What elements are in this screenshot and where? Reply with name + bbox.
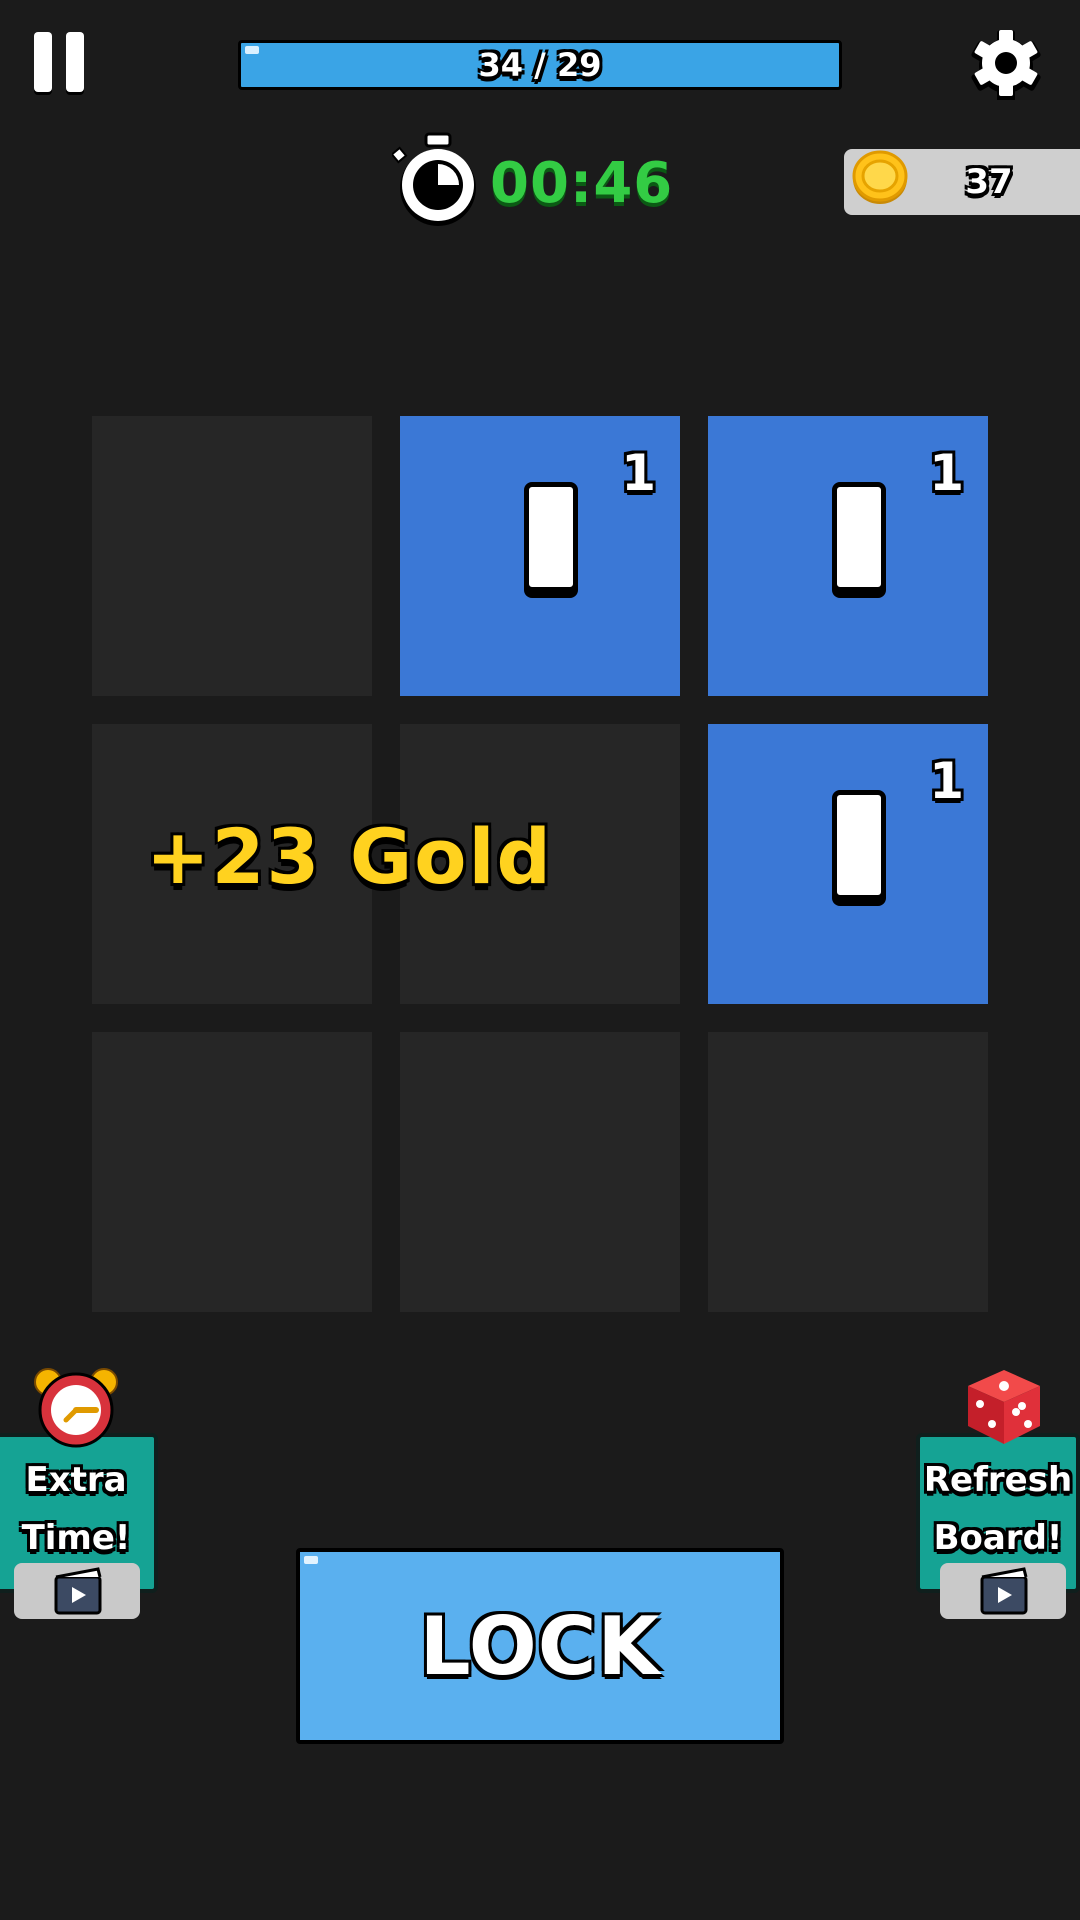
refresh-board-label-line1: Refresh <box>923 1460 1073 1500</box>
extra-time-label-line1: Extra <box>25 1460 127 1500</box>
lock-button-label: LOCK <box>419 1599 661 1693</box>
board-cell[interactable]: 1 <box>708 724 988 1004</box>
board-cell[interactable] <box>400 1032 680 1312</box>
stopwatch-icon <box>392 132 476 226</box>
board-cell[interactable]: 1 <box>708 416 988 696</box>
extra-time-label-line2: Time! <box>21 1518 131 1558</box>
progress-bar: 34 / 29 <box>238 40 842 90</box>
gold-value: 37 <box>965 162 1013 202</box>
extra-time-video-badge[interactable] <box>14 1563 140 1619</box>
pause-button[interactable] <box>34 32 86 94</box>
tile-bar-marker <box>832 790 886 900</box>
timer-text: 00:46 <box>490 150 674 216</box>
lock-button[interactable]: LOCK <box>296 1548 784 1744</box>
alarm-clock-icon <box>34 1368 118 1448</box>
refresh-board-label-line2: Board! <box>933 1518 1063 1558</box>
progress-text: 34 / 29 <box>478 46 602 84</box>
video-ad-icon <box>980 1567 1028 1615</box>
video-ad-icon <box>54 1567 102 1615</box>
tile-bar-marker <box>524 482 578 592</box>
board-cell[interactable] <box>92 1032 372 1312</box>
pause-icon-bar-left <box>34 32 52 92</box>
tile-bar-marker <box>832 482 886 592</box>
board-cell[interactable] <box>92 416 372 696</box>
refresh-board-label: Refresh Board! <box>920 1451 1076 1567</box>
dice-icon <box>968 1370 1040 1444</box>
tile-count: 1 <box>621 444 656 502</box>
timer: 00:46 <box>392 128 673 238</box>
tile-count: 1 <box>929 752 964 810</box>
extra-time-label: Extra Time! <box>0 1451 154 1567</box>
settings-button[interactable] <box>970 28 1042 102</box>
gear-icon <box>971 30 1041 102</box>
gold-coin-icon <box>852 150 908 204</box>
gold-counter: 37 <box>844 149 1080 215</box>
refresh-board-video-badge[interactable] <box>940 1563 1066 1619</box>
board-cell[interactable] <box>708 1032 988 1312</box>
tile-count: 1 <box>929 444 964 502</box>
board-cell[interactable]: 1 <box>400 416 680 696</box>
gold-bonus-popup: +23 Gold <box>146 812 553 901</box>
pause-icon-bar-right <box>66 32 84 92</box>
